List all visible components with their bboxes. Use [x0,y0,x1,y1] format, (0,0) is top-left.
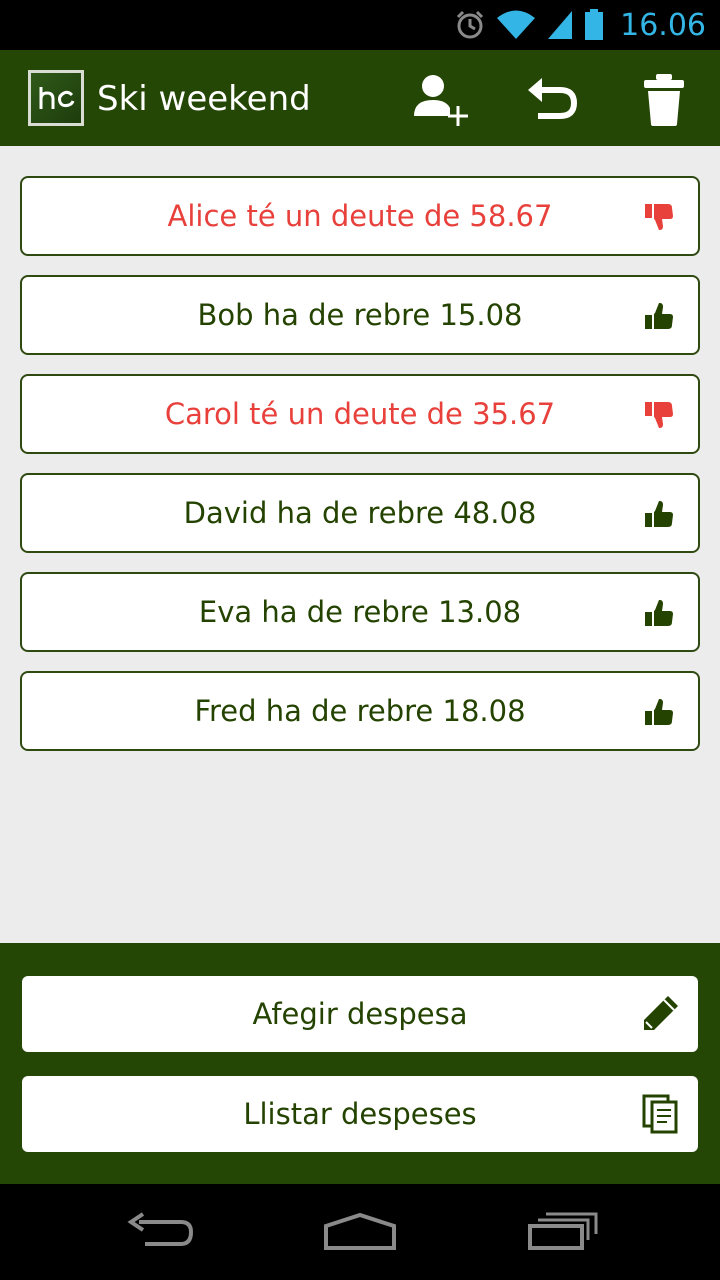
undo-icon [528,78,578,119]
pencil-icon [644,996,678,1030]
thumbs-up-icon [645,699,673,725]
status-clock: 16.06 [620,7,706,43]
status-icons: 16.06 [454,0,706,50]
trash-icon [644,74,684,126]
thumbs-up-icon [645,303,673,329]
recent-apps-button[interactable] [522,1204,602,1260]
action-bar: Ski weekend [0,50,720,146]
list-item[interactable]: Eva ha de rebre 13.08 [20,572,700,652]
thumbs-down-icon [645,204,673,230]
thumbs-up-icon [645,501,673,527]
list-expenses-button[interactable]: Llistar despeses [22,1076,698,1152]
app-logo-icon [39,87,75,109]
back-button[interactable] [120,1204,200,1260]
list-item[interactable]: Carol té un deute de 35.67 [20,374,700,454]
navigation-bar [0,1184,720,1280]
add-person-icon [414,75,468,126]
add-expense-label: Afegir despesa [252,997,468,1031]
recent-apps-icon [528,1212,598,1250]
list-item[interactable]: Bob ha de rebre 15.08 [20,275,700,355]
alarm-icon [457,10,484,39]
add-expense-button[interactable]: Afegir despesa [22,976,698,1052]
balance-text: David ha de rebre 48.08 [183,496,537,530]
back-icon [127,1212,194,1246]
app-logo[interactable] [28,70,84,126]
documents-icon [642,1094,678,1134]
balance-list: Alice té un deute de 58.67 Bob ha de reb… [20,176,700,770]
bottom-panel: Afegir despesa Llistar despeses [0,943,720,1184]
signal-icon [548,11,573,39]
battery-icon [585,9,604,40]
thumbs-up-icon [645,600,673,626]
list-item[interactable]: Alice té un deute de 58.67 [20,176,700,256]
list-item[interactable]: David ha de rebre 48.08 [20,473,700,553]
home-button[interactable] [320,1204,400,1260]
wifi-icon [497,10,536,39]
balance-text: Bob ha de rebre 15.08 [197,298,523,332]
delete-button[interactable] [632,68,696,132]
list-expenses-label: Llistar despeses [243,1097,477,1131]
home-icon [324,1212,396,1250]
add-person-button[interactable] [408,68,472,132]
thumbs-down-icon [645,402,673,428]
balance-text: Fred ha de rebre 18.08 [194,694,526,728]
page-title: Ski weekend [97,79,311,119]
balance-text: Alice té un deute de 58.67 [167,199,553,233]
list-item[interactable]: Fred ha de rebre 18.08 [20,671,700,751]
balance-text: Eva ha de rebre 13.08 [198,595,522,629]
undo-button[interactable] [520,68,584,132]
balance-text: Carol té un deute de 35.67 [164,397,556,431]
status-bar: 16.06 [0,0,720,50]
